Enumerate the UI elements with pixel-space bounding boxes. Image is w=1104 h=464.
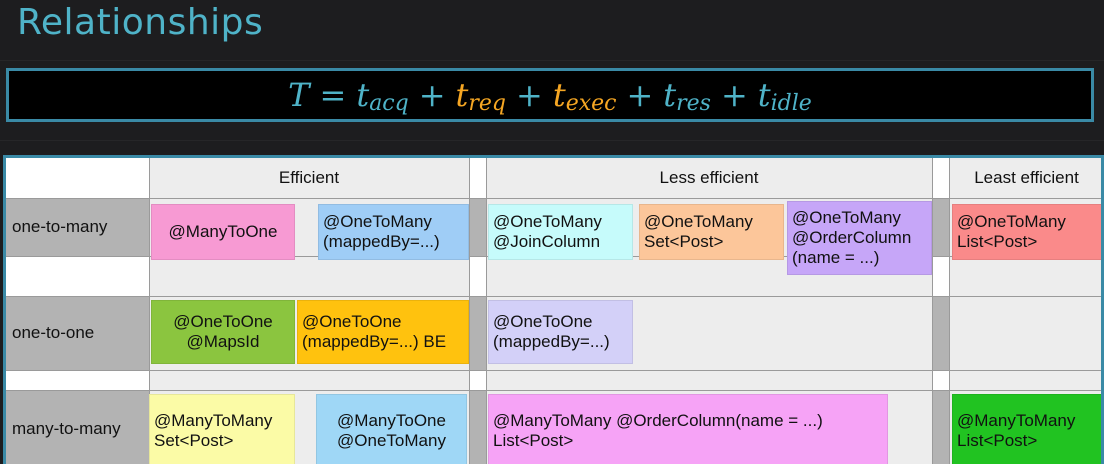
formula-equals: = bbox=[319, 76, 347, 114]
header-least-efficient: Least efficient bbox=[974, 168, 1079, 187]
spacer-col bbox=[932, 198, 949, 256]
header-efficient: Efficient bbox=[278, 168, 340, 187]
chip-otm-set: @OneToMany Set<Post> bbox=[639, 204, 784, 260]
slide-title: Relationships bbox=[17, 2, 264, 43]
formula-plus: + bbox=[418, 76, 446, 114]
formula-box: T = tacq + treq + texec + tres + tidle bbox=[6, 68, 1094, 122]
row-label-one-to-one: one-to-one bbox=[12, 323, 95, 342]
spacer-col bbox=[469, 296, 486, 370]
efficiency-table: Efficient Less efficient Least efficient… bbox=[3, 155, 1104, 464]
term-exec: texec bbox=[552, 76, 617, 116]
row-label-many-to-many: many-to-many bbox=[12, 418, 121, 438]
spacer-col bbox=[469, 390, 486, 464]
chip-mtm-manytoone-onetomany: @ManyToOne @OneToMany bbox=[316, 394, 467, 464]
chip-oto-mappedby-be: @OneToOne (mappedBy=...) BE bbox=[297, 300, 469, 364]
spacer-col bbox=[932, 158, 949, 198]
chip-otm-list: @OneToMany List<Post> bbox=[952, 204, 1101, 260]
term-req: treq bbox=[455, 76, 507, 116]
chip-mtm-ordercolumn-list: @ManyToMany @OrderColumn(name = ...) Lis… bbox=[488, 394, 888, 464]
header-less-efficient: Less efficient bbox=[659, 168, 759, 187]
corner-cell bbox=[6, 158, 149, 198]
chip-oto-mappedby: @OneToOne (mappedBy=...) bbox=[488, 300, 633, 364]
term-res: tres bbox=[663, 76, 711, 116]
spacer-col bbox=[932, 296, 949, 370]
spacer-cell bbox=[6, 256, 149, 296]
chip-otm-ordercolumn: @OneToMany @OrderColumn (name = ...) bbox=[787, 201, 932, 275]
formula-plus: + bbox=[516, 76, 543, 114]
spacer-cell bbox=[6, 370, 149, 390]
chip-mtm-list: @ManyToMany List<Post> bbox=[952, 394, 1101, 464]
spacer-col bbox=[469, 198, 486, 256]
formula-lhs: T bbox=[288, 76, 310, 114]
formula-plus: + bbox=[626, 76, 654, 114]
spacer-col bbox=[932, 370, 949, 390]
spacer-col bbox=[469, 158, 486, 198]
chip-otm-manytoone: @ManyToOne bbox=[151, 204, 295, 260]
chip-oto-mapsid: @OneToOne @MapsId bbox=[151, 300, 295, 364]
chip-otm-joincolumn: @OneToMany @JoinColumn bbox=[488, 204, 633, 260]
row-label-one-to-many: one-to-many bbox=[12, 217, 108, 236]
term-idle: tidle bbox=[757, 76, 812, 116]
spacer-col bbox=[469, 370, 486, 390]
formula-plus: + bbox=[720, 76, 748, 114]
spacer-col bbox=[932, 390, 949, 464]
chip-otm-onetomany-mappedby: @OneToMany (mappedBy=...) bbox=[318, 204, 469, 260]
spacer-col bbox=[469, 256, 486, 296]
spacer-col bbox=[932, 256, 949, 296]
term-acq: tacq bbox=[356, 76, 409, 116]
chip-mtm-set: @ManyToMany Set<Post> bbox=[149, 394, 295, 464]
